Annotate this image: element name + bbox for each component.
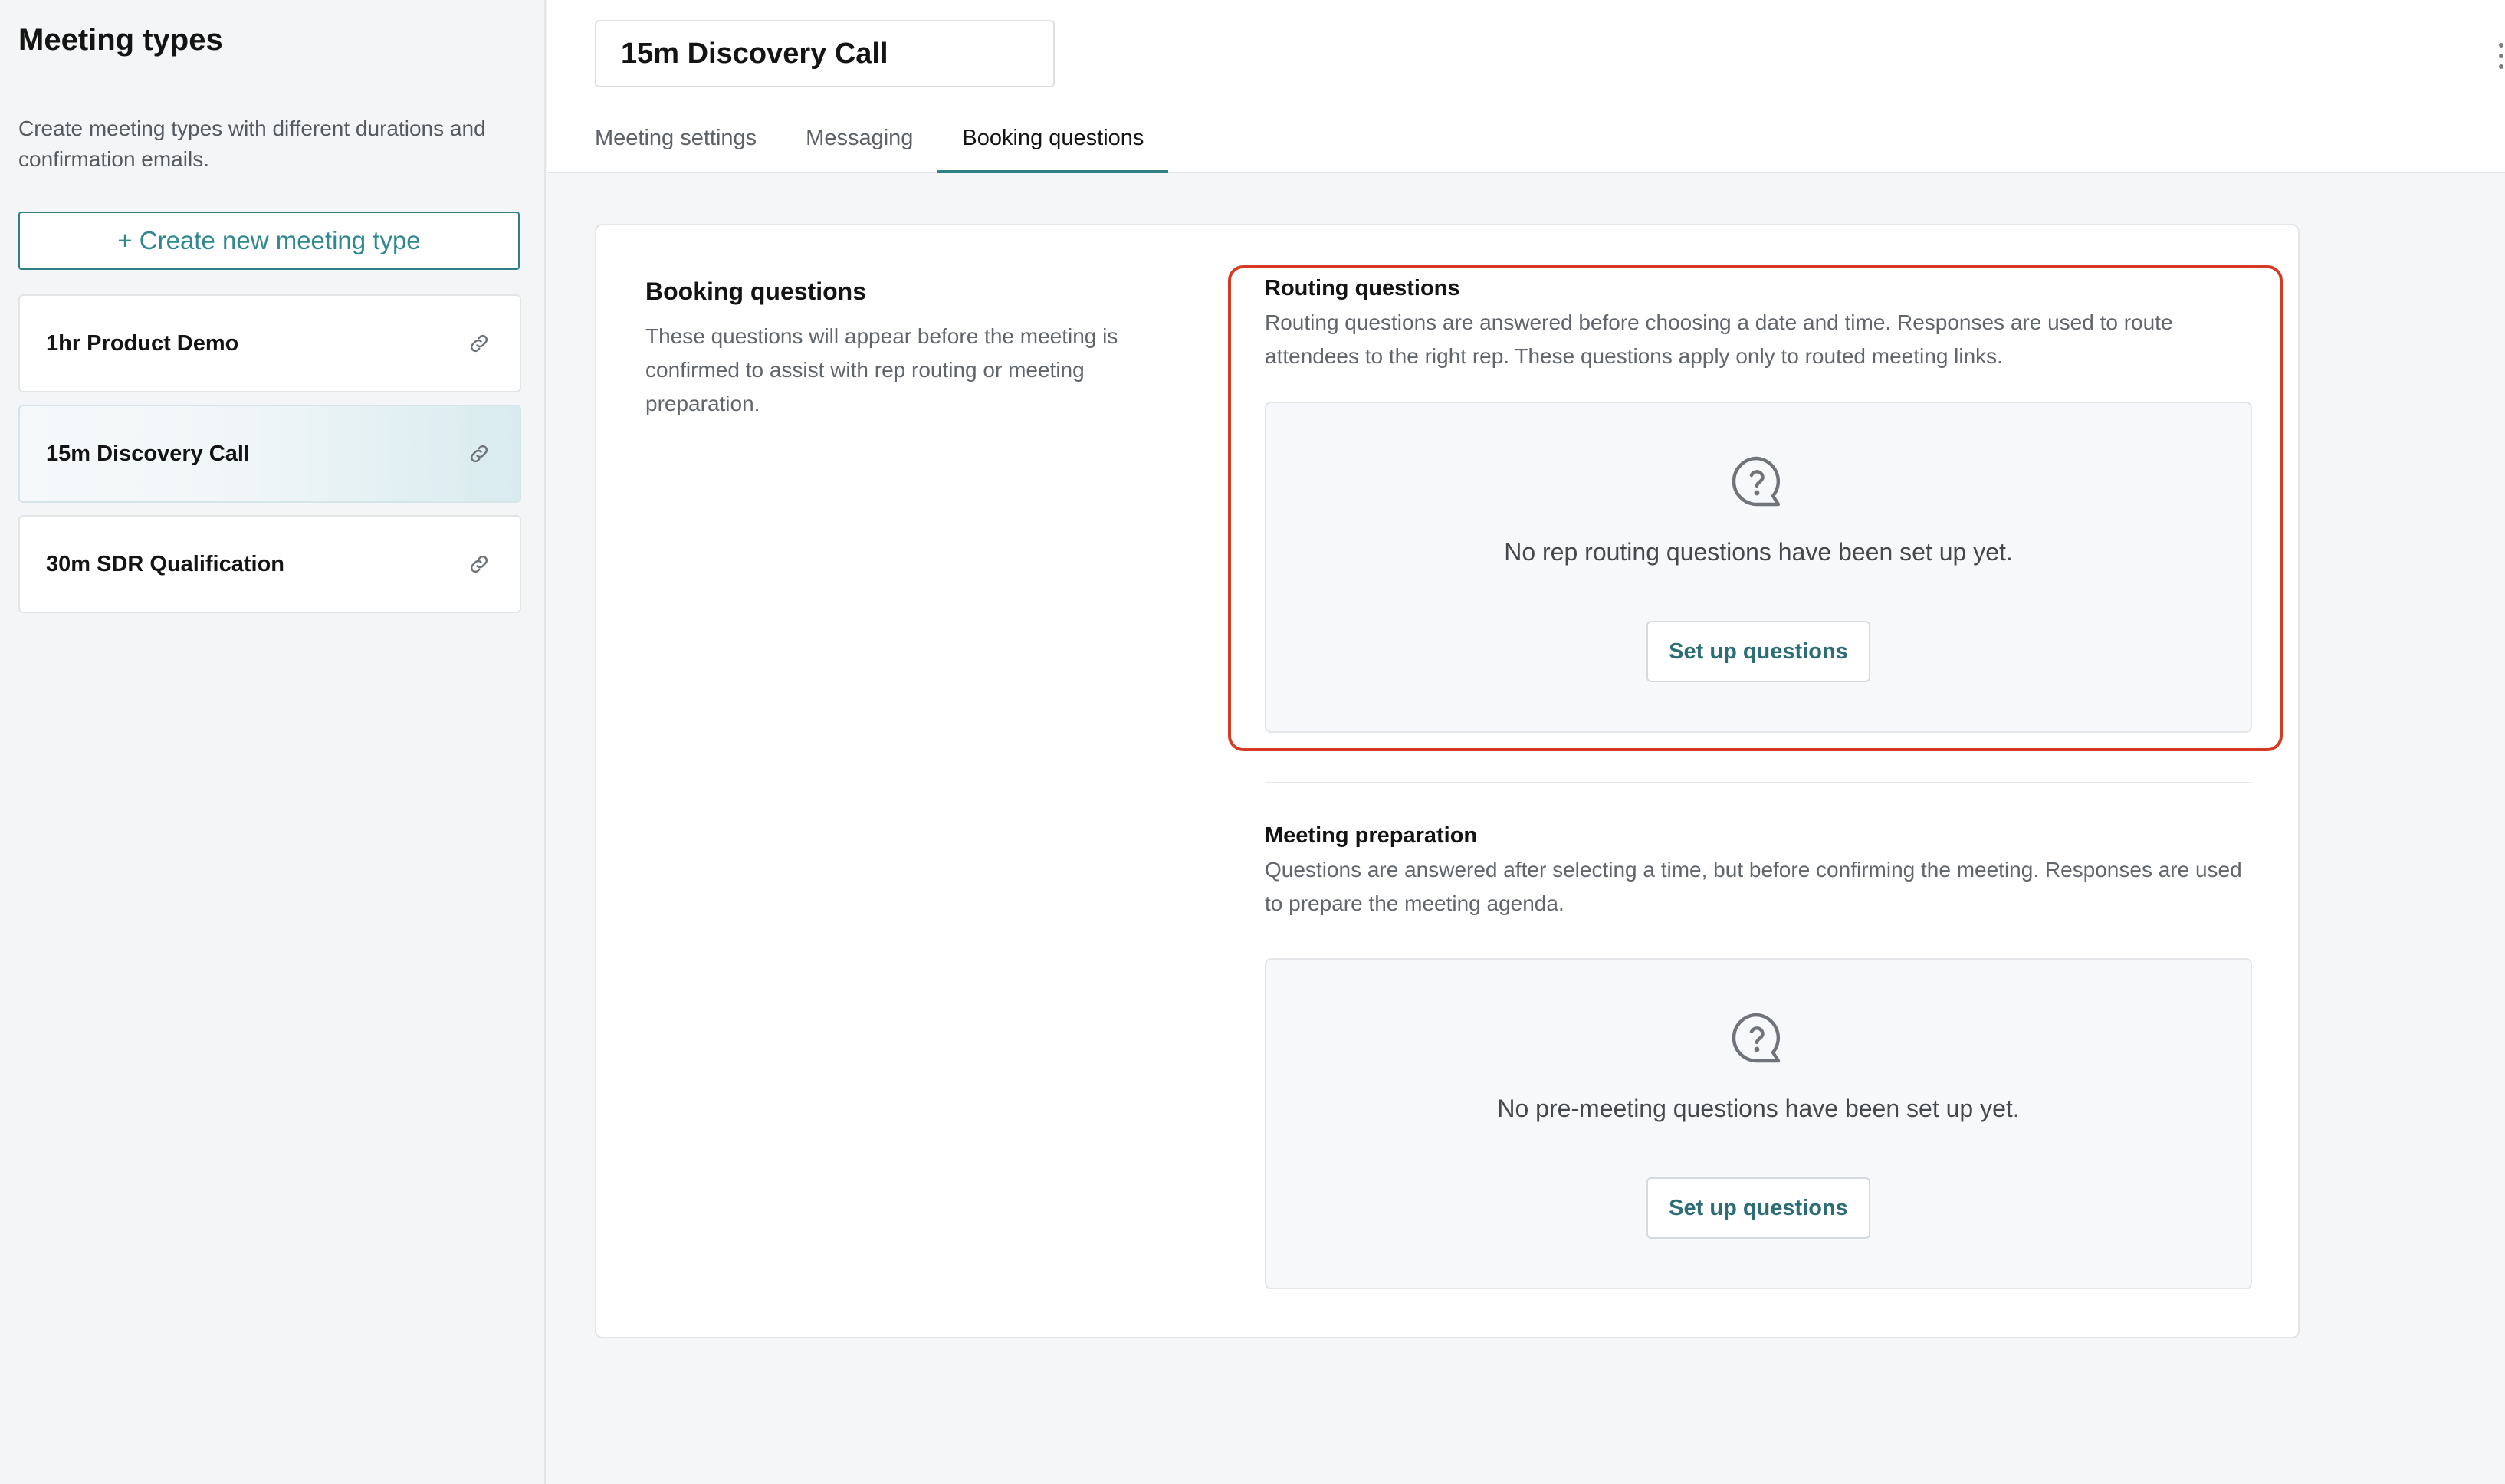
meeting-preparation-description: Questions are answered after selecting a… — [1265, 858, 2242, 915]
meeting-type-list: 1hr Product Demo 15m Discovery Call 30m … — [18, 294, 521, 625]
tab-meeting-settings[interactable]: Meeting settings — [595, 115, 781, 173]
section-title: Booking questions — [645, 277, 866, 305]
more-options-icon[interactable] — [2499, 43, 2505, 69]
routing-empty-text: No rep routing questions have been set u… — [1504, 538, 2013, 566]
sidebar: Meeting types Create meeting types with … — [0, 0, 546, 1484]
link-icon[interactable] — [468, 332, 491, 355]
sidebar-description: Create meeting types with different dura… — [18, 117, 486, 171]
link-icon[interactable] — [468, 553, 491, 576]
routing-questions-empty-state: No rep routing questions have been set u… — [1265, 402, 2252, 733]
preparation-empty-text: No pre-meeting questions have been set u… — [1497, 1095, 2020, 1122]
meeting-type-item-15m-discovery-call[interactable]: 15m Discovery Call — [18, 405, 521, 503]
meeting-type-item-1hr-product-demo[interactable]: 1hr Product Demo — [18, 294, 521, 392]
create-meeting-type-button[interactable]: + Create new meeting type — [18, 212, 520, 270]
link-icon[interactable] — [468, 442, 491, 465]
meeting-name-input[interactable] — [595, 20, 1055, 87]
kebab-dot — [2499, 54, 2503, 58]
meeting-type-item-30m-sdr-qualification[interactable]: 30m SDR Qualification — [18, 515, 521, 613]
app-root: Meeting types Create meeting types with … — [0, 0, 2505, 1484]
question-bubble-icon — [1732, 1013, 1781, 1063]
routing-questions-header: Routing questions Routing questions are … — [1265, 276, 2252, 373]
meeting-type-label: 1hr Product Demo — [46, 330, 239, 356]
meeting-preparation-title: Meeting preparation — [1265, 823, 1478, 848]
section-description: These questions will appear before the m… — [645, 324, 1118, 415]
meeting-preparation-empty-state: No pre-meeting questions have been set u… — [1265, 958, 2252, 1289]
routing-questions-title: Routing questions — [1265, 276, 1460, 300]
meeting-type-label: 30m SDR Qualification — [46, 551, 285, 576]
kebab-dot — [2499, 43, 2503, 48]
booking-questions-card: Booking questions These questions will a… — [595, 224, 2300, 1338]
meeting-type-label: 15m Discovery Call — [46, 441, 250, 466]
sidebar-title: Meeting types — [18, 23, 223, 57]
section-divider — [1265, 782, 2252, 783]
tab-bar: Meeting settings Messaging Booking quest… — [595, 115, 1169, 173]
setup-preparation-questions-button[interactable]: Set up questions — [1646, 1177, 1870, 1239]
kebab-dot — [2499, 64, 2503, 69]
question-bubble-icon — [1732, 456, 1781, 507]
setup-routing-questions-button[interactable]: Set up questions — [1646, 621, 1870, 682]
tab-booking-questions[interactable]: Booking questions — [937, 115, 1169, 173]
routing-questions-description: Routing questions are answered before ch… — [1265, 310, 2173, 368]
section-intro: Booking questions These questions will a… — [645, 277, 1182, 421]
tab-messaging[interactable]: Messaging — [781, 115, 937, 173]
editor-header: Meeting settings Messaging Booking quest… — [547, 0, 2505, 173]
meeting-preparation-header: Meeting preparation Questions are answer… — [1265, 823, 2252, 921]
